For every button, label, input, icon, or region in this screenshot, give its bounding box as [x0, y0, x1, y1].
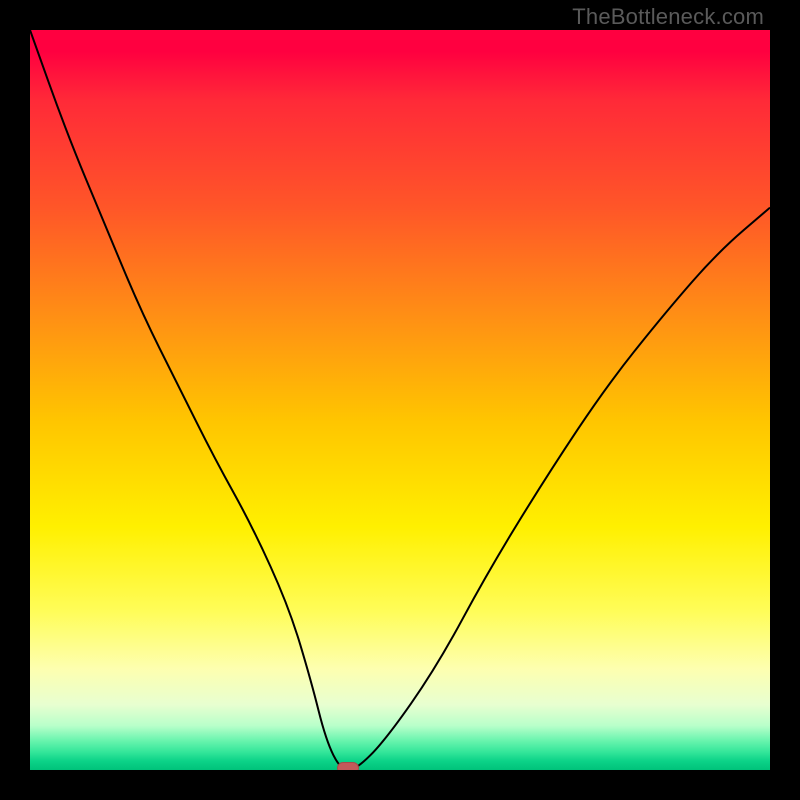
black-frame: TheBottleneck.com [0, 0, 800, 800]
plot-area [30, 30, 770, 770]
curve-path [30, 30, 770, 770]
watermark-text: TheBottleneck.com [572, 4, 764, 30]
curve-svg [30, 30, 770, 770]
minimum-marker [337, 762, 359, 770]
